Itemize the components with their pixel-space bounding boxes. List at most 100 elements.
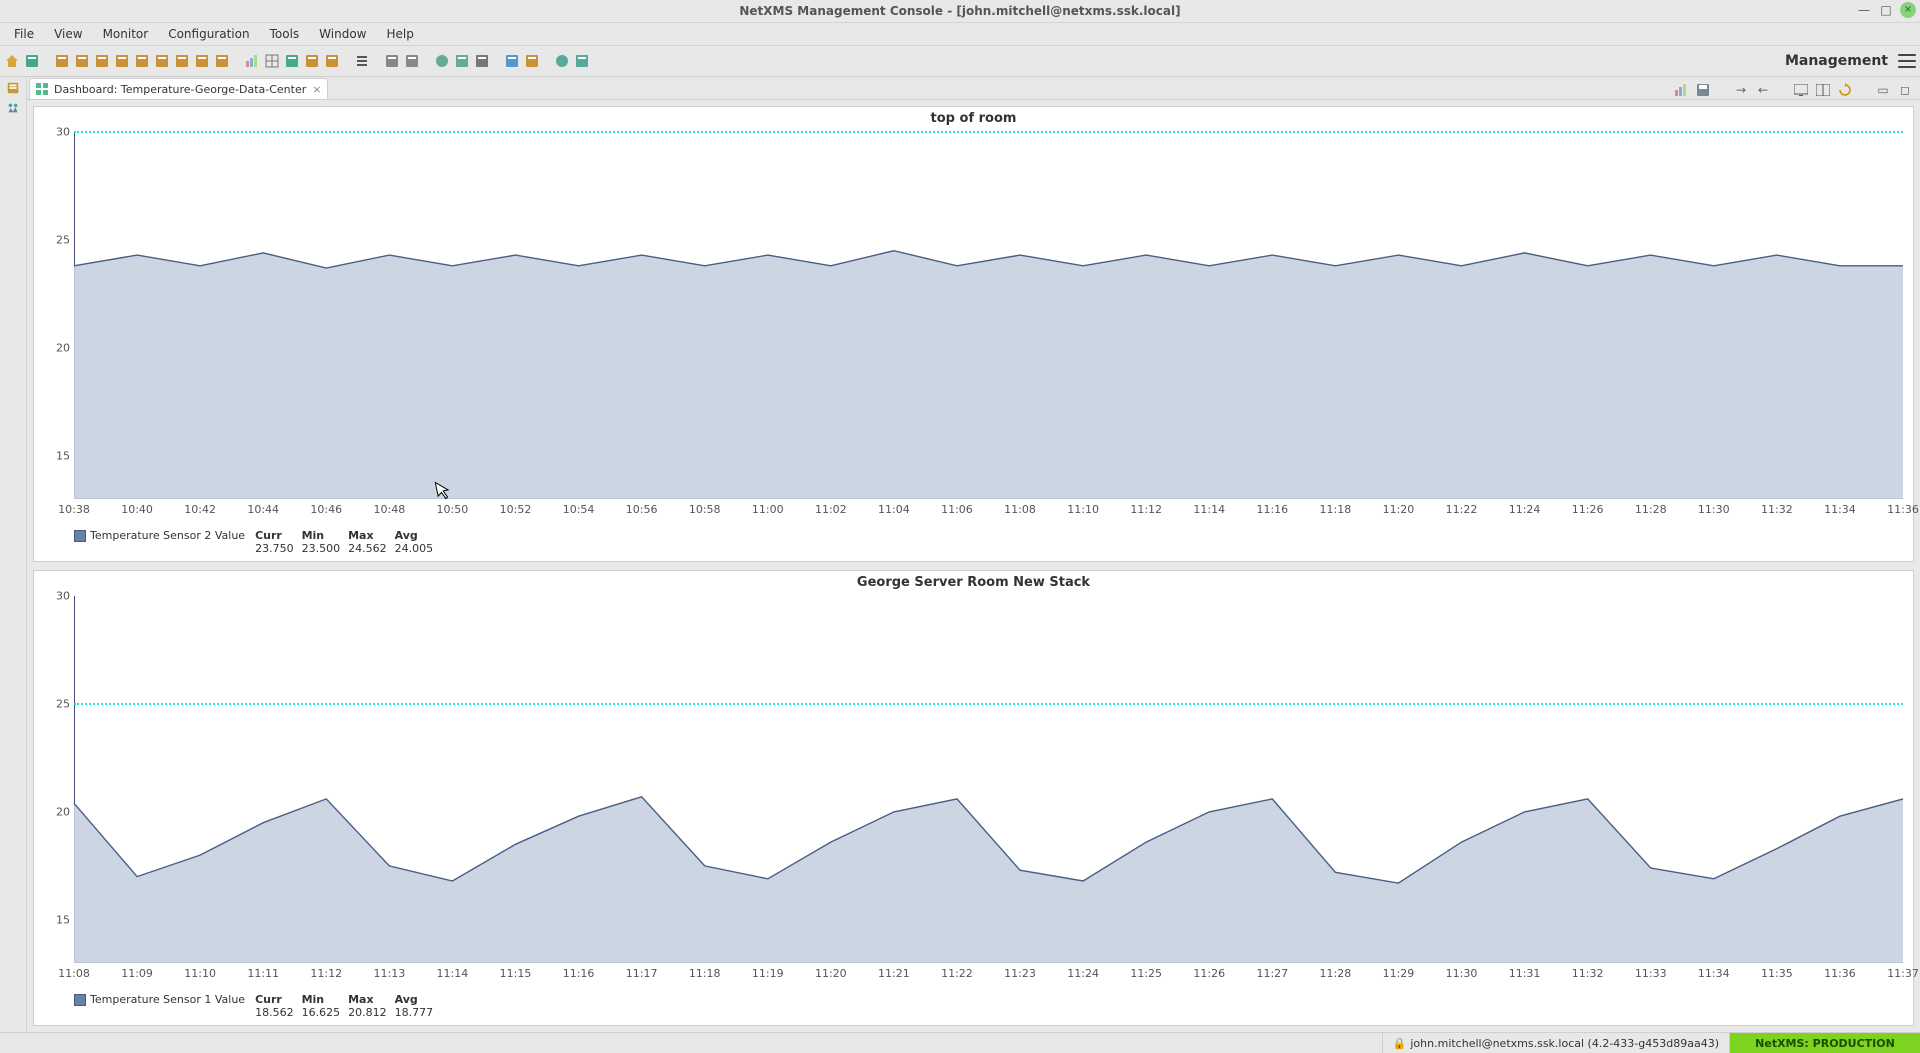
x-tick-label: 11:18 (1320, 503, 1352, 516)
doc-icon[interactable] (174, 53, 190, 69)
minimize-view-icon[interactable]: ▭ (1876, 83, 1890, 97)
doc-icon[interactable] (114, 53, 130, 69)
tab-toolbar: → ← ▭ ◻ (1674, 83, 1920, 99)
maximize-view-icon[interactable]: ◻ (1898, 83, 1912, 97)
x-tick-label: 11:34 (1698, 967, 1730, 980)
chart-title: top of room (34, 107, 1913, 128)
x-tick-label: 11:28 (1320, 967, 1352, 980)
x-tick-label: 11:24 (1509, 503, 1541, 516)
x-tick-label: 10:54 (563, 503, 595, 516)
export-icon[interactable] (284, 53, 300, 69)
x-tick-label: 11:16 (1256, 503, 1288, 516)
chart-title: George Server Room New Stack (34, 571, 1913, 592)
menu-help[interactable]: Help (378, 25, 421, 43)
list-icon[interactable] (354, 53, 370, 69)
x-tick-label: 11:08 (1004, 503, 1036, 516)
x-tick-label: 11:13 (373, 967, 405, 980)
arrow-left-icon[interactable]: ← (1756, 83, 1770, 97)
help-icon[interactable] (554, 53, 570, 69)
chart-legend: Temperature Sensor 2 ValueCurrMinMaxAvg2… (34, 525, 1913, 561)
arrow-right-icon[interactable]: → (1734, 83, 1748, 97)
script-icon[interactable] (454, 53, 470, 69)
paste-icon[interactable] (404, 53, 420, 69)
x-tick-label: 11:15 (500, 967, 532, 980)
chart-icon[interactable] (1674, 83, 1688, 97)
doc-icon[interactable] (94, 53, 110, 69)
doc-icon[interactable] (74, 53, 90, 69)
doc-icon[interactable] (304, 53, 320, 69)
refresh-icon[interactable] (1838, 83, 1852, 97)
menubar: FileView MonitorConfiguration ToolsWindowH… (0, 23, 1920, 46)
x-tick-label: 11:30 (1698, 503, 1730, 516)
x-tick-label: 11:22 (1446, 503, 1478, 516)
menu-window[interactable]: Window (311, 25, 374, 43)
doc-icon[interactable] (214, 53, 230, 69)
close-button[interactable]: × (1900, 2, 1916, 18)
home-icon[interactable] (4, 53, 20, 69)
x-tick-label: 11:12 (1130, 503, 1162, 516)
x-tick-label: 11:29 (1383, 967, 1415, 980)
x-tick-label: 10:42 (184, 503, 216, 516)
doc-icon[interactable] (324, 53, 340, 69)
gutter-icon[interactable] (6, 101, 20, 115)
menu-view[interactable]: View (46, 25, 90, 43)
x-tick-label: 11:12 (310, 967, 342, 980)
menu-tools[interactable]: Tools (262, 25, 308, 43)
dashboard-body: top of room1520253010:3810:4010:4210:441… (27, 100, 1920, 1032)
x-tick-label: 10:50 (437, 503, 469, 516)
gutter-icon[interactable] (6, 81, 20, 95)
network-icon[interactable] (434, 53, 450, 69)
x-tick-label: 11:37 (1887, 967, 1919, 980)
status-connection: 🔒 john.mitchell@netxms.ssk.local (4.2-43… (1382, 1033, 1729, 1053)
status-bar: 🔒 john.mitchell@netxms.ssk.local (4.2-43… (0, 1032, 1920, 1053)
x-tick-label: 10:56 (626, 503, 658, 516)
lock-icon: 🔒 (1393, 1037, 1407, 1050)
folder-icon[interactable] (524, 53, 540, 69)
table-icon[interactable] (264, 53, 280, 69)
x-tick-label: 11:09 (121, 967, 153, 980)
menu-icon[interactable] (1898, 54, 1916, 68)
window-title: NetXMS Management Console - [john.mitche… (0, 4, 1920, 18)
x-tick-label: 11:34 (1824, 503, 1856, 516)
x-axis: 11:0811:0911:1011:1111:1211:1311:1411:15… (74, 967, 1903, 983)
tab-bar: Dashboard: Temperature-George-Data-Cente… (27, 77, 1920, 100)
copy-icon[interactable] (384, 53, 400, 69)
x-tick-label: 11:18 (689, 967, 721, 980)
layout-icon[interactable] (1816, 83, 1830, 97)
about-icon[interactable] (574, 53, 590, 69)
chart-icon[interactable] (244, 53, 260, 69)
tab-dashboard[interactable]: Dashboard: Temperature-George-Data-Cente… (29, 78, 328, 99)
x-tick-label: 11:32 (1572, 967, 1604, 980)
chart-area[interactable]: 1520253011:0811:0911:1011:1111:1211:1311… (34, 592, 1913, 989)
save-icon[interactable] (1696, 83, 1710, 97)
doc-icon[interactable] (154, 53, 170, 69)
toolbar-left-icons (4, 53, 590, 69)
minimize-button[interactable]: — (1856, 2, 1872, 18)
doc-icon[interactable] (194, 53, 210, 69)
chart-panel: George Server Room New Stack1520253011:0… (33, 570, 1914, 1026)
chart-area[interactable]: 1520253010:3810:4010:4210:4410:4610:4810… (34, 128, 1913, 525)
chart-panel: top of room1520253010:3810:4010:4210:441… (33, 106, 1914, 562)
screen-icon[interactable] (1794, 83, 1808, 97)
menu-configuration[interactable]: Configuration (160, 25, 257, 43)
x-tick-label: 11:32 (1761, 503, 1793, 516)
x-tick-label: 11:06 (941, 503, 973, 516)
chart-svg (34, 128, 1913, 525)
x-tick-label: 11:22 (941, 967, 973, 980)
menu-monitor[interactable]: Monitor (95, 25, 157, 43)
maximize-button[interactable]: □ (1878, 2, 1894, 18)
menu-file[interactable]: File (6, 25, 42, 43)
tree-add-icon[interactable] (24, 53, 40, 69)
x-tick-label: 11:10 (1067, 503, 1099, 516)
x-tick-label: 11:20 (815, 967, 847, 980)
doc-icon[interactable] (54, 53, 70, 69)
chart-svg (34, 592, 1913, 989)
content-area: Dashboard: Temperature-George-Data-Cente… (0, 77, 1920, 1032)
x-tick-label: 11:11 (247, 967, 279, 980)
doc-icon[interactable] (134, 53, 150, 69)
x-tick-label: 10:52 (500, 503, 532, 516)
print-icon[interactable] (474, 53, 490, 69)
link-icon[interactable] (504, 53, 520, 69)
tab-close-icon[interactable]: × (312, 83, 321, 96)
titlebar: NetXMS Management Console - [john.mitche… (0, 0, 1920, 23)
